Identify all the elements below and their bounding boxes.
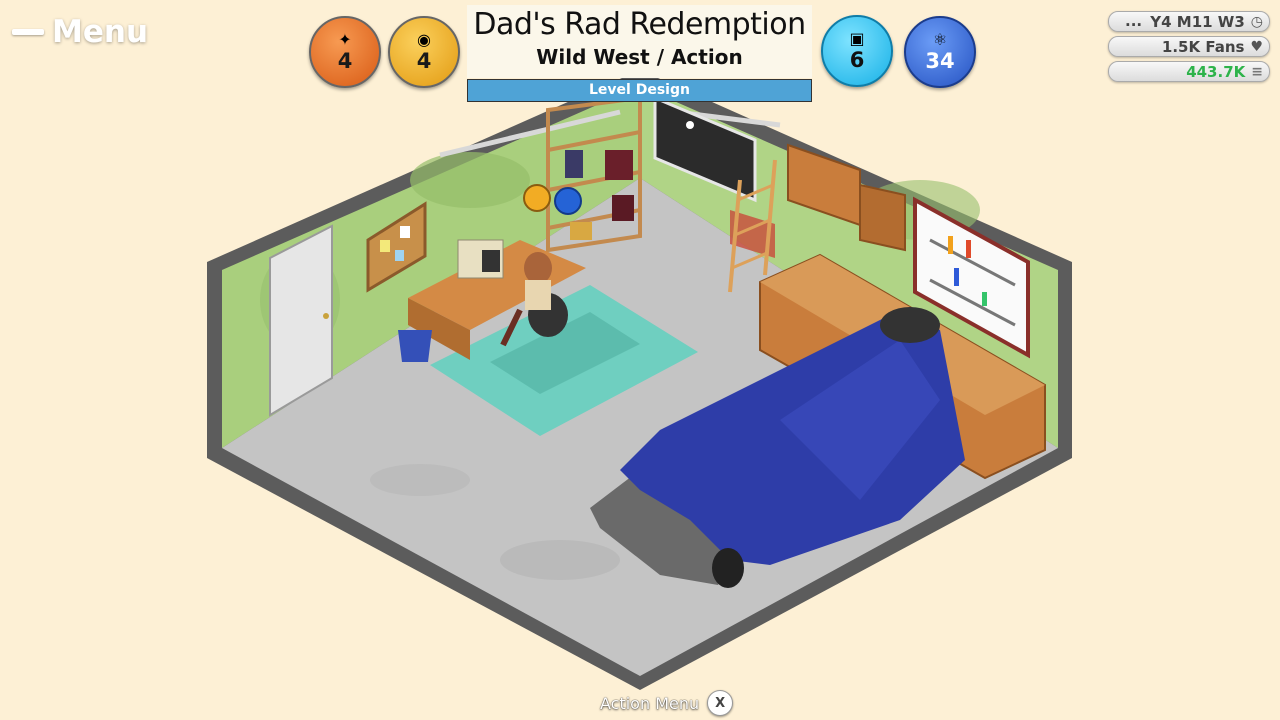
tech-points-value: 4 — [416, 49, 432, 73]
design-points-value: 4 — [337, 49, 353, 73]
fans-text: 1.5K Fans — [1161, 37, 1245, 56]
design-point-bubble — [523, 184, 551, 212]
clock-icon: ◷ — [1250, 13, 1263, 30]
atom-icon: ⚛ — [932, 30, 948, 49]
game-genre: Wild West / Action — [536, 45, 743, 69]
developer-character — [524, 252, 552, 284]
tech-points: ◉ 4 — [388, 16, 460, 88]
garage-room-scene — [207, 70, 1072, 690]
menu-button[interactable]: Menu — [12, 14, 148, 50]
heart-icon: ♥ — [1250, 38, 1263, 55]
development-progress-bar: Level Design — [467, 79, 812, 102]
date-display[interactable]: ... Y4 M11 W3 ◷ — [1108, 11, 1270, 32]
project-header: Dad's Rad Redemption Wild West / Action — [467, 5, 812, 78]
research-point-bubble — [554, 187, 582, 215]
bugs-points: ▣ 6 — [821, 15, 893, 87]
game-title: Dad's Rad Redemption — [473, 7, 806, 42]
trash-bin — [398, 330, 432, 362]
fans-display[interactable]: 1.5K Fans ♥ — [1108, 36, 1270, 57]
bugs-points-value: 6 — [849, 48, 865, 72]
x-button-icon[interactable]: X — [707, 690, 734, 716]
menu-icon — [12, 29, 44, 35]
cash-text: 443.7K — [1186, 62, 1246, 81]
design-points: ✦ 4 — [309, 16, 381, 88]
cash-display[interactable]: 443.7K ≡ — [1108, 61, 1270, 82]
development-phase-label: Level Design — [589, 82, 690, 98]
action-menu-label: Action Menu — [600, 693, 700, 713]
date-text: Y4 M11 W3 — [1150, 12, 1245, 31]
chip-icon: ▣ — [849, 29, 865, 48]
speed-dots: ... — [1125, 12, 1143, 30]
design-icon: ✦ — [338, 30, 352, 49]
action-menu[interactable]: Action Menu X — [600, 690, 734, 716]
menu-label: Menu — [52, 14, 149, 50]
research-points-value: 34 — [925, 49, 955, 73]
research-points: ⚛ 34 — [904, 16, 976, 88]
coins-icon: ≡ — [1251, 63, 1263, 80]
palette-icon: ◉ — [417, 30, 431, 49]
